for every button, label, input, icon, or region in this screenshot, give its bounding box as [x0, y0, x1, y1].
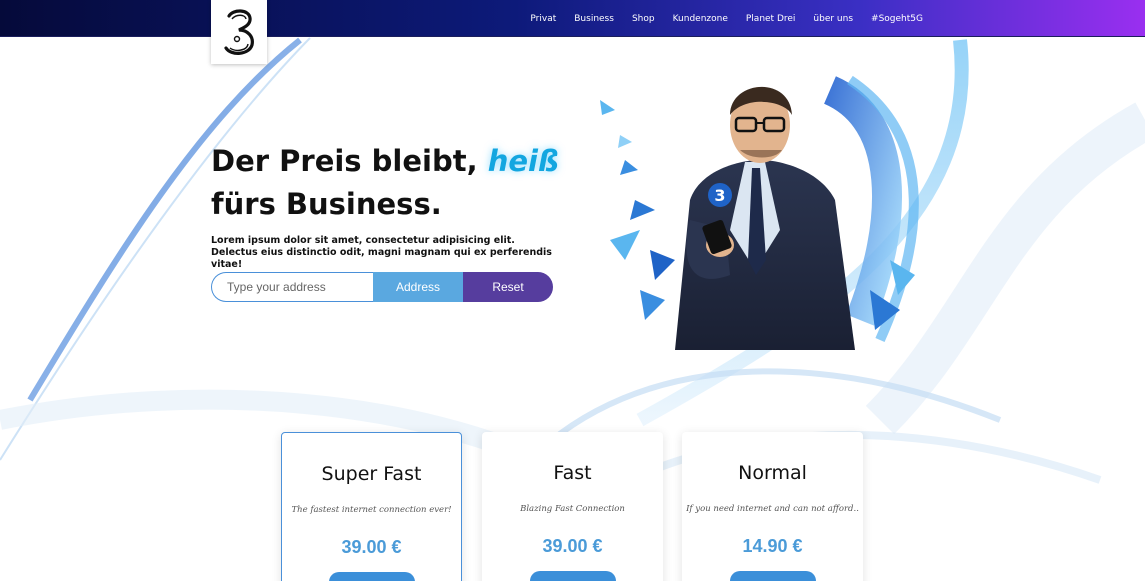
nav-item-sogeht5g[interactable]: #Sogeht5G [871, 14, 923, 24]
plan-select-button[interactable] [729, 571, 816, 581]
plan-subtitle: If you need internet and can not afford.… [686, 504, 859, 514]
plan-select-button[interactable] [328, 572, 415, 581]
plan-card-fast[interactable]: Fast Blazing Fast Connection 39.00 € [482, 432, 663, 581]
businessman-illustration: 3 [600, 75, 919, 350]
plan-price: 14.90 € [742, 536, 803, 556]
plan-card-super-fast[interactable]: Super Fast The fastest internet connecti… [281, 432, 462, 581]
nav-item-privat[interactable]: Privat [530, 14, 556, 24]
plan-title: Fast [553, 462, 592, 484]
brand-logo[interactable] [211, 0, 267, 64]
main-nav: Privat Business Shop Kundenzone Planet D… [530, 0, 923, 37]
svg-text:3: 3 [714, 186, 725, 205]
three-logo-icon [224, 9, 254, 55]
plan-price: 39.00 € [341, 537, 402, 557]
hero-title-part1: Der Preis bleibt, [211, 144, 478, 178]
plan-subtitle: The fastest internet connection ever! [291, 505, 452, 515]
nav-item-business[interactable]: Business [574, 14, 614, 24]
hero-title: Der Preis bleibt, heiß fürs Business. [211, 140, 591, 226]
plan-title: Normal [738, 462, 807, 484]
plan-title: Super Fast [321, 463, 422, 485]
nav-item-planet-drei[interactable]: Planet Drei [746, 14, 796, 24]
top-navigation-bar: Privat Business Shop Kundenzone Planet D… [0, 0, 1145, 37]
nav-item-ueber-uns[interactable]: über uns [813, 14, 853, 24]
nav-item-shop[interactable]: Shop [632, 14, 655, 24]
hero-title-highlight: heiß [487, 144, 559, 178]
nav-item-kundenzone[interactable]: Kundenzone [673, 14, 728, 24]
address-input[interactable] [211, 272, 373, 302]
plan-price: 39.00 € [542, 536, 603, 556]
plan-select-button[interactable] [529, 571, 616, 581]
address-form: Address Reset [211, 272, 553, 302]
reset-button[interactable]: Reset [463, 272, 553, 302]
hero-description: Lorem ipsum dolor sit amet, consectetur … [211, 235, 552, 270]
plan-card-normal[interactable]: Normal If you need internet and can not … [682, 432, 863, 581]
plan-subtitle: Blazing Fast Connection [520, 504, 625, 514]
hero-title-part2: fürs Business. [211, 187, 442, 221]
address-button[interactable]: Address [373, 272, 463, 302]
